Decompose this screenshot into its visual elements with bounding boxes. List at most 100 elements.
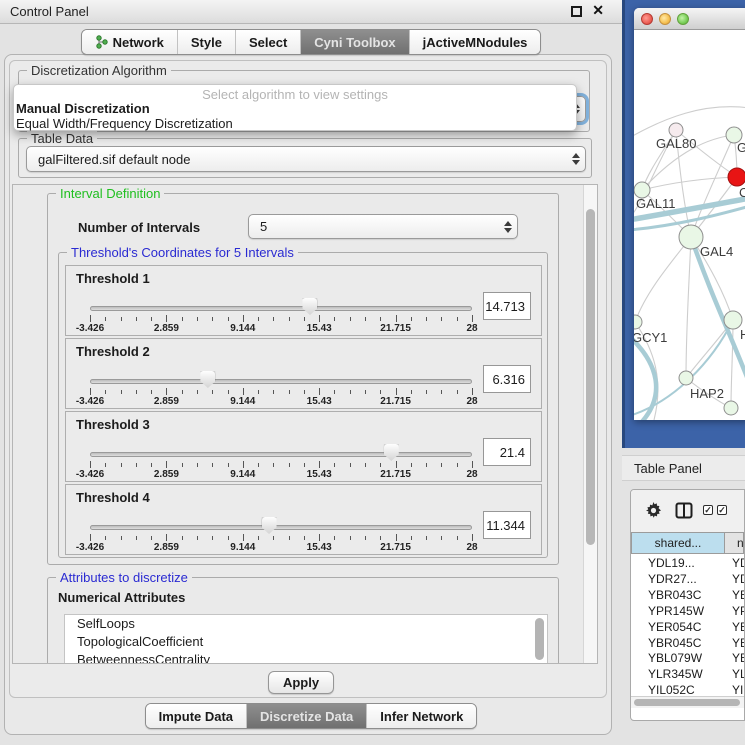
- cell-shared-name[interactable]: YDL19...: [648, 556, 695, 570]
- table-horizontal-scrollbar[interactable]: [631, 696, 744, 708]
- threshold-slider[interactable]: -3.4262.8599.14415.4321.71528: [90, 515, 472, 555]
- attribute-list-item[interactable]: SelfLoops: [65, 615, 547, 633]
- slider-thumb[interactable]: [200, 371, 215, 388]
- slider-track[interactable]: [90, 306, 472, 311]
- attributes-group-title: Attributes to discretize: [56, 570, 192, 585]
- threshold-value-field[interactable]: 21.4: [483, 438, 531, 466]
- tab-network[interactable]: Network: [82, 30, 178, 54]
- close-traffic-light-icon[interactable]: [641, 13, 653, 25]
- slider-thumb[interactable]: [262, 517, 277, 534]
- cell-shared-name[interactable]: YBR045C: [648, 636, 701, 650]
- threshold-value-field[interactable]: 11.344: [483, 511, 531, 539]
- network-edge[interactable]: [634, 338, 656, 420]
- cell-name[interactable]: YBR0: [732, 636, 745, 650]
- cell-shared-name[interactable]: YBR043C: [648, 588, 701, 602]
- cell-name[interactable]: YDL1: [732, 556, 745, 570]
- cell-shared-name[interactable]: YPR145W: [648, 604, 704, 618]
- axis-tick-label: 15.43: [307, 469, 332, 480]
- tab-select[interactable]: Select: [236, 30, 301, 54]
- top-tab-bar: NetworkStyleSelectCyni ToolboxjActiveMNo…: [0, 29, 622, 55]
- cell-name[interactable]: YPR1: [732, 604, 745, 618]
- cell-shared-name[interactable]: YBL079W: [648, 651, 702, 665]
- network-node[interactable]: [724, 401, 738, 415]
- slider-thumb[interactable]: [302, 298, 317, 315]
- float-panel-icon[interactable]: [571, 6, 582, 17]
- tab-cyni-toolbox[interactable]: Cyni Toolbox: [301, 30, 409, 54]
- cell-name[interactable]: YLR3: [732, 667, 745, 681]
- checkbox-all-icon[interactable]: ✓: [703, 505, 713, 515]
- table-row[interactable]: YBR043C YBR0: [631, 588, 744, 604]
- tick-mark: [334, 390, 335, 394]
- table-row[interactable]: YER054C YER0: [631, 620, 744, 636]
- checkbox-some-icon[interactable]: ✓: [717, 505, 727, 515]
- threshold-slider[interactable]: -3.4262.8599.14415.4321.71528: [90, 369, 472, 409]
- num-intervals-combobox[interactable]: 5: [248, 214, 518, 239]
- threshold-slider[interactable]: -3.4262.8599.14415.4321.71528: [90, 442, 472, 482]
- tick-mark: [212, 317, 213, 321]
- tick-mark: [426, 536, 427, 540]
- attribute-list-item[interactable]: BetweennessCentrality: [65, 651, 547, 664]
- gear-icon[interactable]: [645, 502, 662, 519]
- tab-discretize-data[interactable]: Discretize Data: [247, 704, 367, 728]
- apply-button[interactable]: Apply: [268, 671, 334, 694]
- tab-infer-network[interactable]: Infer Network: [367, 704, 476, 728]
- cell-name[interactable]: YER0: [732, 620, 745, 634]
- table-row[interactable]: YDL19... YDL1: [631, 556, 744, 572]
- tick-mark: [105, 317, 106, 321]
- threshold-value-field[interactable]: 6.316: [483, 365, 531, 393]
- axis-tick-label: 28: [466, 396, 477, 407]
- cell-shared-name[interactable]: YER054C: [648, 620, 701, 634]
- tick-mark: [228, 536, 229, 540]
- slider-track[interactable]: [90, 525, 472, 530]
- zoom-traffic-light-icon[interactable]: [677, 13, 689, 25]
- discretization-algorithm-title: Discretization Algorithm: [27, 63, 171, 78]
- cell-name[interactable]: YBR0: [732, 588, 745, 602]
- network-edge[interactable]: [691, 135, 734, 237]
- threshold-slider[interactable]: -3.4262.8599.14415.4321.71528: [90, 296, 472, 336]
- attributes-scrollbar[interactable]: [535, 618, 544, 660]
- network-node[interactable]: [728, 168, 745, 186]
- network-node[interactable]: [634, 315, 642, 329]
- table-row[interactable]: YLR345W YLR3: [631, 667, 744, 683]
- network-node[interactable]: [679, 371, 693, 385]
- network-edge[interactable]: [642, 177, 737, 190]
- network-node[interactable]: [669, 123, 683, 137]
- slider-thumb[interactable]: [384, 444, 399, 461]
- table-row[interactable]: YBR045C YBR0: [631, 636, 744, 652]
- tab-jactivemnodules[interactable]: jActiveMNodules: [410, 30, 541, 54]
- table-row[interactable]: YBL079W YBL0: [631, 651, 744, 667]
- cell-shared-name[interactable]: YLR345W: [648, 667, 703, 681]
- tick-mark: [411, 463, 412, 467]
- column-header-shared-name[interactable]: shared...: [631, 532, 725, 554]
- tab-impute-data[interactable]: Impute Data: [146, 704, 247, 728]
- tab-style[interactable]: Style: [178, 30, 236, 54]
- popup-option[interactable]: Manual Discretization: [14, 101, 576, 116]
- tick-mark: [441, 536, 442, 540]
- table-row[interactable]: YPR145W YPR1: [631, 604, 744, 620]
- slider-track[interactable]: [90, 452, 472, 457]
- minimize-traffic-light-icon[interactable]: [659, 13, 671, 25]
- numerical-attributes-list[interactable]: SelfLoopsTopologicalCoefficientBetweenne…: [64, 614, 548, 664]
- cell-shared-name[interactable]: YDR27...: [648, 572, 697, 586]
- table-row[interactable]: YDR27... YDR2: [631, 572, 744, 588]
- table-data-combobox[interactable]: galFiltered.sif default node: [26, 146, 586, 172]
- tick-mark: [289, 463, 290, 467]
- tick-mark: [334, 317, 335, 321]
- column-header-name[interactable]: na: [725, 532, 744, 554]
- close-icon[interactable]: ✕: [592, 2, 604, 19]
- network-window-titlebar[interactable]: [634, 8, 745, 30]
- settings-scrollbar-track[interactable]: [583, 185, 597, 663]
- cell-name[interactable]: YDR2: [732, 572, 745, 586]
- network-canvas[interactable]: GAL80GACGAL11GAL4GCY1HHAP2: [634, 30, 745, 420]
- network-edge[interactable]: [686, 237, 691, 378]
- threshold-label: Threshold 3: [76, 417, 150, 432]
- slider-track[interactable]: [90, 379, 472, 384]
- cell-name[interactable]: YBL0: [732, 651, 745, 665]
- settings-scrollbar-thumb[interactable]: [586, 209, 595, 545]
- popup-option[interactable]: Equal Width/Frequency Discretization: [14, 116, 576, 131]
- attribute-list-item[interactable]: TopologicalCoefficient: [65, 633, 547, 651]
- threshold-value-field[interactable]: 14.713: [483, 292, 531, 320]
- split-columns-icon[interactable]: [675, 502, 693, 519]
- table-hscroll-thumb[interactable]: [634, 699, 740, 706]
- network-edge[interactable]: [635, 237, 691, 322]
